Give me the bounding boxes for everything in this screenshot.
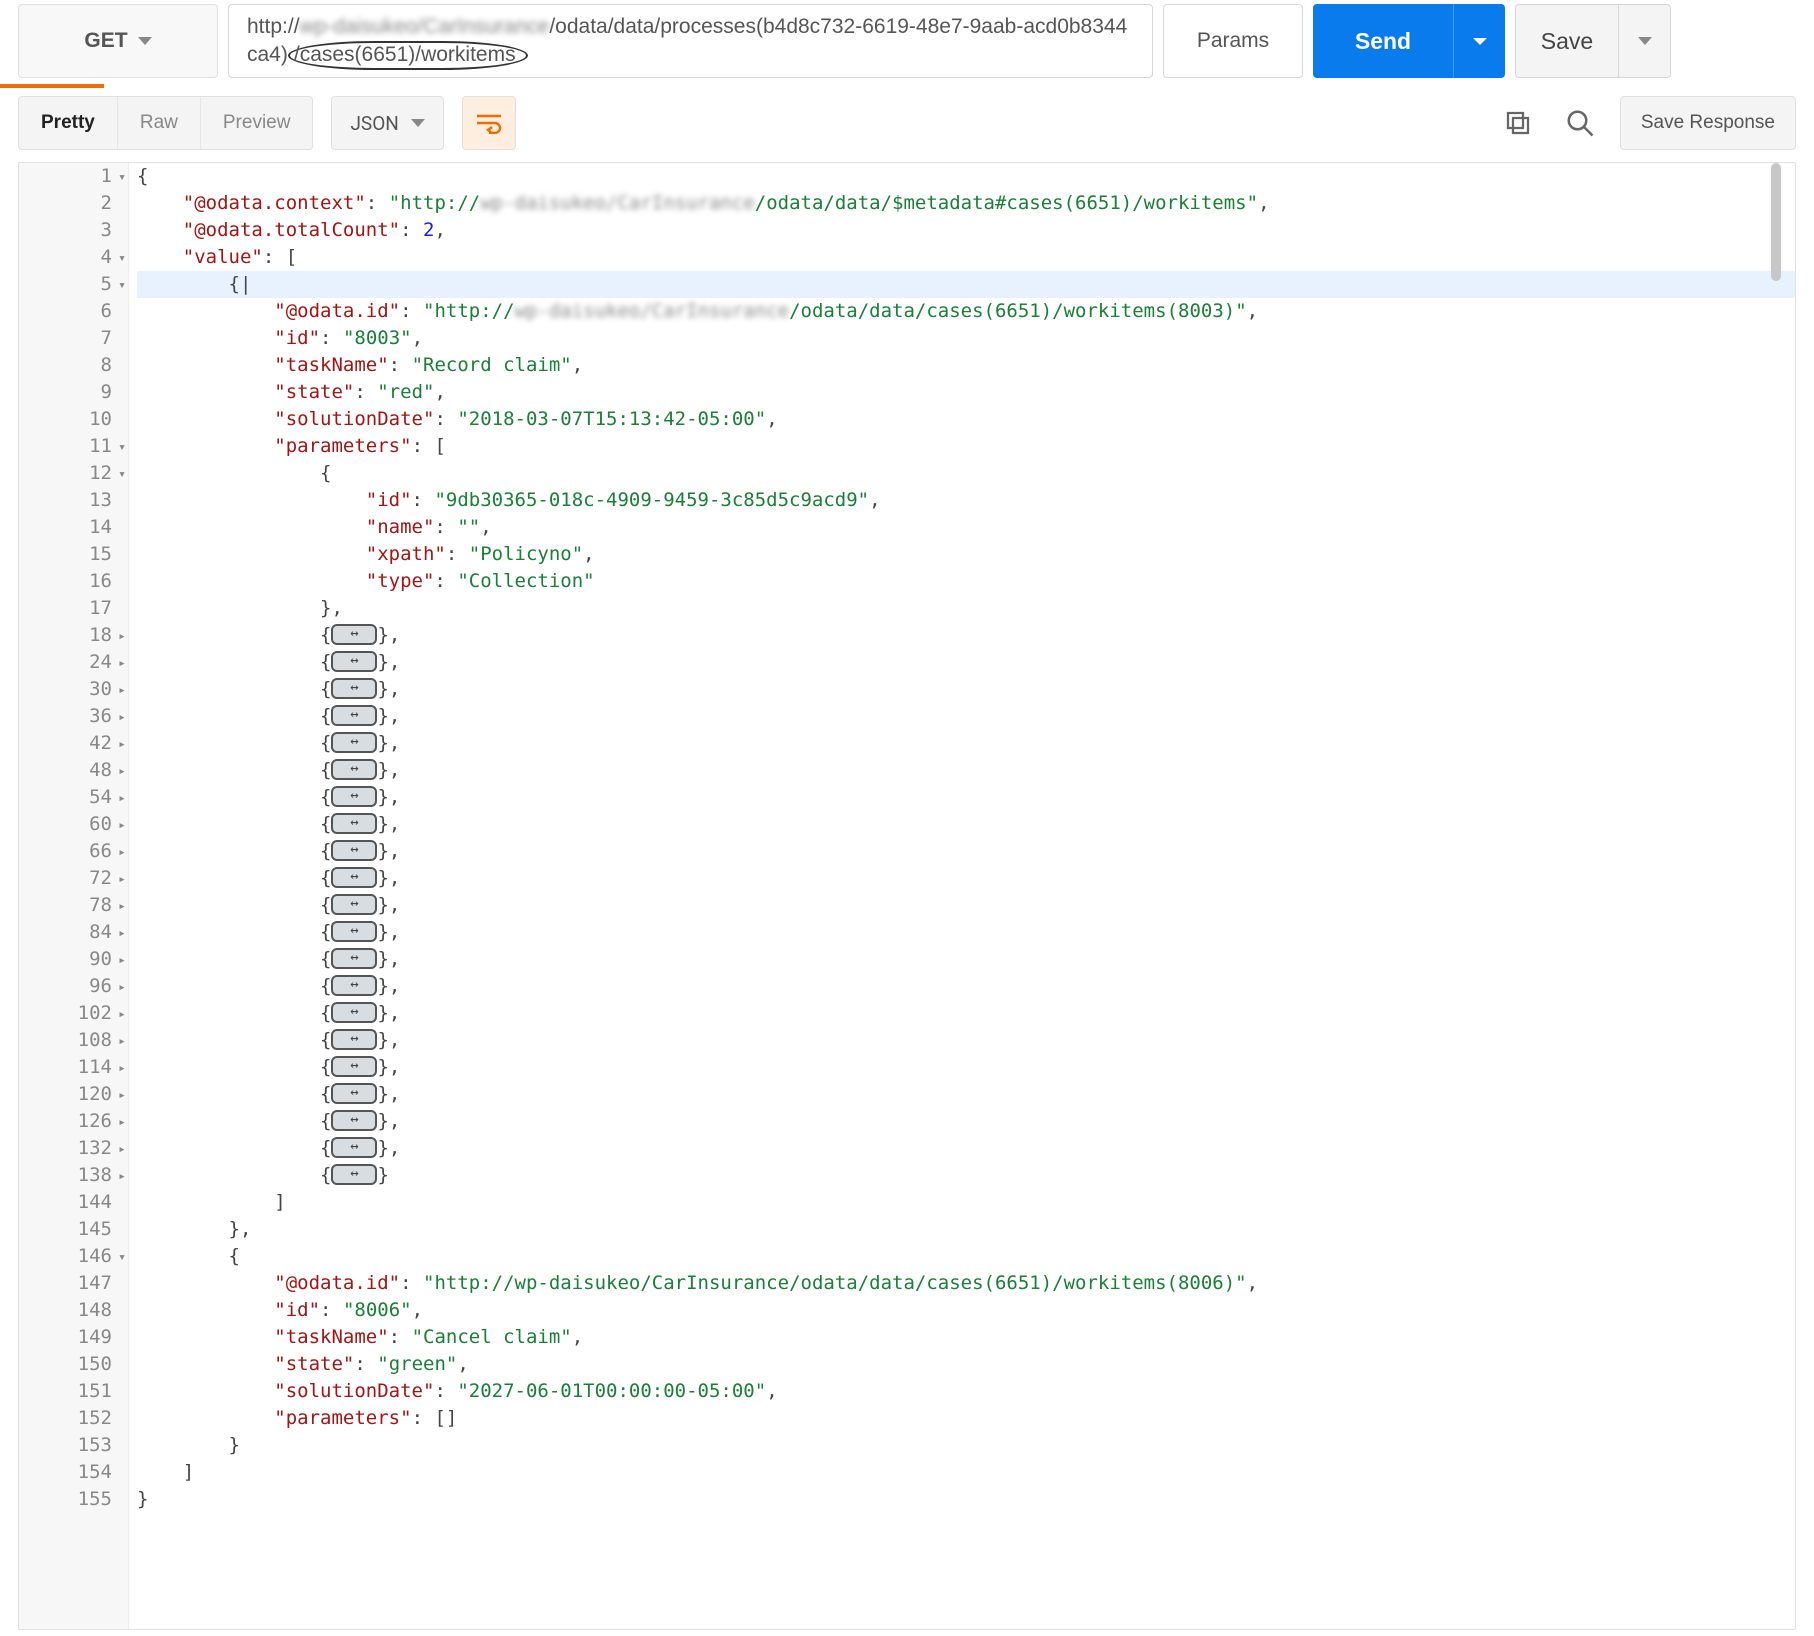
save-button[interactable]: Save bbox=[1515, 4, 1619, 78]
send-button-group: Send bbox=[1313, 4, 1505, 78]
chevron-down-icon bbox=[1638, 37, 1652, 45]
chevron-down-icon bbox=[1473, 38, 1487, 45]
url-input[interactable]: http://wp-daisukeo/CarInsurance/odata/da… bbox=[228, 4, 1153, 78]
response-viewer-toolbar: Pretty Raw Preview JSON Save Response bbox=[0, 88, 1814, 158]
copy-icon bbox=[1503, 108, 1533, 138]
send-button[interactable]: Send bbox=[1313, 4, 1453, 78]
http-method-label: GET bbox=[84, 29, 127, 53]
url-scheme: http:// bbox=[247, 15, 300, 38]
tab-preview[interactable]: Preview bbox=[201, 97, 313, 149]
wrap-icon bbox=[475, 112, 503, 134]
save-button-group: Save bbox=[1515, 4, 1671, 78]
code-content[interactable]: { "@odata.context": "http://wp-daisukeo/… bbox=[129, 163, 1795, 1513]
format-label: JSON bbox=[350, 112, 398, 135]
search-button[interactable] bbox=[1558, 101, 1602, 145]
chevron-down-icon bbox=[411, 119, 425, 127]
search-icon bbox=[1565, 108, 1595, 138]
scrollbar-thumb[interactable] bbox=[1771, 163, 1781, 281]
http-method-select[interactable]: GET bbox=[18, 4, 218, 78]
format-select[interactable]: JSON bbox=[331, 96, 443, 150]
wrap-lines-toggle[interactable] bbox=[462, 96, 516, 150]
url-host-blurred: wp-daisukeo/CarInsurance bbox=[300, 15, 550, 38]
scrollbar[interactable] bbox=[1771, 163, 1781, 1629]
line-number-gutter[interactable]: 1234567891011121314151617182430364248546… bbox=[19, 163, 129, 1629]
save-response-button[interactable]: Save Response bbox=[1620, 96, 1796, 150]
body-view-tabs: Pretty Raw Preview bbox=[18, 96, 313, 150]
chevron-down-icon bbox=[138, 37, 152, 45]
tab-pretty[interactable]: Pretty bbox=[19, 97, 118, 149]
response-body-viewer: 1234567891011121314151617182430364248546… bbox=[18, 162, 1796, 1630]
send-dropdown-button[interactable] bbox=[1453, 4, 1505, 78]
tab-raw[interactable]: Raw bbox=[118, 97, 201, 149]
params-button[interactable]: Params bbox=[1163, 4, 1303, 78]
copy-button[interactable] bbox=[1496, 101, 1540, 145]
save-dropdown-button[interactable] bbox=[1619, 4, 1671, 78]
url-highlighted-segment: /cases(6651)/workitems bbox=[288, 41, 528, 70]
